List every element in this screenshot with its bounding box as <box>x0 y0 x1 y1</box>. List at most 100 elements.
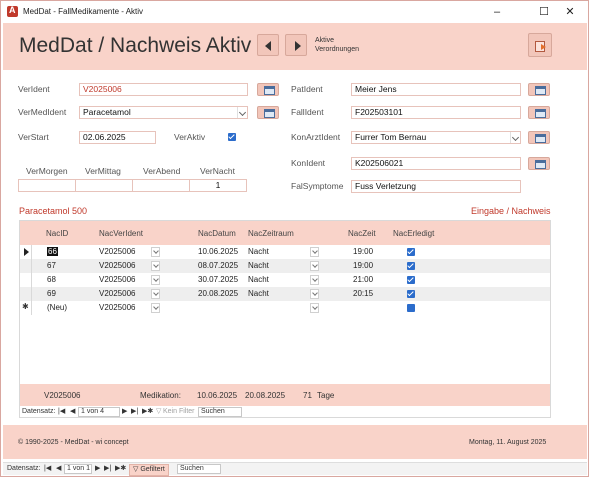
naczeitraum-cell[interactable]: Nacht <box>248 275 269 284</box>
vermorgen-field[interactable] <box>18 179 76 192</box>
verabend-field[interactable] <box>132 179 190 192</box>
close-icon[interactable]: ✕ <box>557 4 583 20</box>
record-position-field[interactable]: 1 von 4 <box>78 407 120 417</box>
vernacht-field[interactable]: 1 <box>189 179 247 192</box>
record-selector[interactable] <box>20 287 32 301</box>
prev-record-icon[interactable]: ◀ <box>56 464 61 474</box>
copyright: © 1990-2025 - MedDat - wi concept <box>18 439 129 446</box>
chevron-down-icon[interactable] <box>310 261 319 271</box>
nacverident-cell[interactable]: V2025006 <box>99 275 135 284</box>
naczeitraum-cell[interactable]: Nacht <box>248 289 269 298</box>
falsymptome-field[interactable]: Fuss Verletzung <box>351 180 521 193</box>
nacdatum-cell[interactable]: 10.06.2025 <box>198 247 238 256</box>
vermedident-combo[interactable]: Paracetamol <box>79 106 248 119</box>
naczeitraum-cell[interactable]: Nacht <box>248 247 269 256</box>
nacid-cell[interactable]: 66 <box>47 247 58 256</box>
chevron-down-icon[interactable] <box>151 247 160 257</box>
nacdatum-cell[interactable]: 08.07.2025 <box>198 261 238 270</box>
nacverident-cell[interactable]: V2025006 <box>99 261 135 270</box>
nacdatum-cell[interactable]: 20.08.2025 <box>198 289 238 298</box>
nacerledigt-checkbox[interactable] <box>407 262 415 270</box>
new-record-row[interactable]: (Neu) V2025006 <box>20 301 550 315</box>
open-arzt-button[interactable] <box>528 131 550 144</box>
search-input[interactable]: Suchen <box>177 464 221 474</box>
footer-verident: V2025006 <box>44 391 81 400</box>
next-record-icon[interactable]: ▶ <box>95 464 100 474</box>
konident-field[interactable]: K202506021 <box>351 157 521 170</box>
chevron-down-icon[interactable] <box>237 107 247 118</box>
open-medikament-button[interactable] <box>257 106 279 119</box>
previous-record-button[interactable] <box>257 34 279 56</box>
new-record-icon[interactable] <box>20 301 32 315</box>
table-row[interactable]: 67 V2025006 08.07.2025 Nacht 19:00 <box>20 259 550 273</box>
chevron-down-icon[interactable] <box>151 261 160 271</box>
nacdatum-cell[interactable]: 30.07.2025 <box>198 275 238 284</box>
search-input[interactable]: Suchen <box>198 407 242 417</box>
record-selector[interactable] <box>20 273 32 287</box>
chevron-down-icon[interactable] <box>310 289 319 299</box>
nacid-cell[interactable]: 68 <box>47 275 56 284</box>
verstart-label: VerStart <box>18 132 49 142</box>
nacerledigt-checkbox[interactable] <box>407 290 415 298</box>
last-record-icon[interactable]: ▶| <box>131 407 138 417</box>
nacverident-cell[interactable]: V2025006 <box>99 289 135 298</box>
nacverident-cell[interactable]: V2025006 <box>99 247 135 256</box>
open-konsultation-button[interactable] <box>528 157 550 170</box>
chevron-down-icon[interactable] <box>151 275 160 285</box>
veraktiv-checkbox[interactable] <box>228 133 236 141</box>
first-record-icon[interactable]: |◀ <box>58 407 65 417</box>
naczeit-cell[interactable]: 19:00 <box>353 247 373 256</box>
naczeit-cell[interactable]: 21:00 <box>353 275 373 284</box>
chevron-down-icon[interactable] <box>151 303 160 313</box>
chevron-down-icon[interactable] <box>310 275 319 285</box>
col-naczeitraum: NacZeitraum <box>248 229 294 238</box>
first-record-icon[interactable]: |◀ <box>44 464 51 474</box>
nacerledigt-checkbox[interactable] <box>407 276 415 284</box>
exit-form-button[interactable] <box>528 33 552 57</box>
open-patient-button[interactable] <box>528 83 550 96</box>
minimize-icon[interactable]: – <box>484 4 510 20</box>
record-position-field[interactable]: 1 von 1 <box>64 464 92 474</box>
table-row[interactable]: 69 V2025006 20.08.2025 Nacht 20:15 <box>20 287 550 301</box>
title-bar: MedDat - FallMedikamente - Aktiv – ☐ ✕ <box>1 1 588 23</box>
verident-field[interactable]: V2025006 <box>79 83 248 96</box>
vermittag-field[interactable] <box>75 179 133 192</box>
fallident-field[interactable]: F202503101 <box>351 106 521 119</box>
col-nacid: NacID <box>46 229 69 238</box>
naczeit-cell[interactable]: 20:15 <box>353 289 373 298</box>
new-record-icon[interactable]: ▶✱ <box>142 407 153 417</box>
open-verordnung-button[interactable] <box>257 83 279 96</box>
chevron-down-icon[interactable] <box>310 247 319 257</box>
last-record-icon[interactable]: ▶| <box>104 464 111 474</box>
next-record-button[interactable] <box>285 34 307 56</box>
table-row[interactable]: 68 V2025006 30.07.2025 Nacht 21:00 <box>20 273 550 287</box>
nacverident-new-cell[interactable]: V2025006 <box>99 303 135 312</box>
chevron-down-icon[interactable] <box>510 132 520 143</box>
patident-field[interactable]: Meier Jens <box>351 83 521 96</box>
konarztident-combo[interactable]: Furrer Tom Bernau <box>351 131 521 144</box>
naczeit-cell[interactable]: 19:00 <box>353 261 373 270</box>
chevron-down-icon[interactable] <box>310 303 319 313</box>
nacerledigt-new-checkbox[interactable] <box>407 304 415 312</box>
nacerledigt-checkbox[interactable] <box>407 248 415 256</box>
new-record-icon[interactable]: ▶✱ <box>115 464 126 474</box>
nav-label: Datensatz: <box>22 408 56 415</box>
filter-toggle[interactable]: ▽ Gefiltert <box>129 464 169 476</box>
maximize-icon[interactable]: ☐ <box>531 4 557 20</box>
table-row[interactable]: 66 V2025006 10.06.2025 Nacht 19:00 <box>20 245 550 259</box>
open-fall-button[interactable] <box>528 106 550 119</box>
verstart-field[interactable]: 02.06.2025 <box>79 131 156 144</box>
record-selector[interactable] <box>20 259 32 273</box>
nacid-cell[interactable]: 67 <box>47 261 56 270</box>
chevron-down-icon[interactable] <box>151 289 160 299</box>
filter-status[interactable]: Kein Filter <box>163 407 195 417</box>
nachweis-subform: NacID NacVerIdent NacDatum NacZeitraum N… <box>19 220 551 418</box>
medikation-start: 10.06.2025 <box>197 391 238 400</box>
subform-footer: V2025006 Medikation: 10.06.2025 20.08.20… <box>20 384 550 406</box>
nacid-new-cell[interactable]: (Neu) <box>47 303 67 312</box>
record-selector[interactable] <box>20 245 32 259</box>
next-record-icon[interactable]: ▶ <box>122 407 127 417</box>
prev-record-icon[interactable]: ◀ <box>70 407 75 417</box>
nacid-cell[interactable]: 69 <box>47 289 56 298</box>
naczeitraum-cell[interactable]: Nacht <box>248 261 269 270</box>
